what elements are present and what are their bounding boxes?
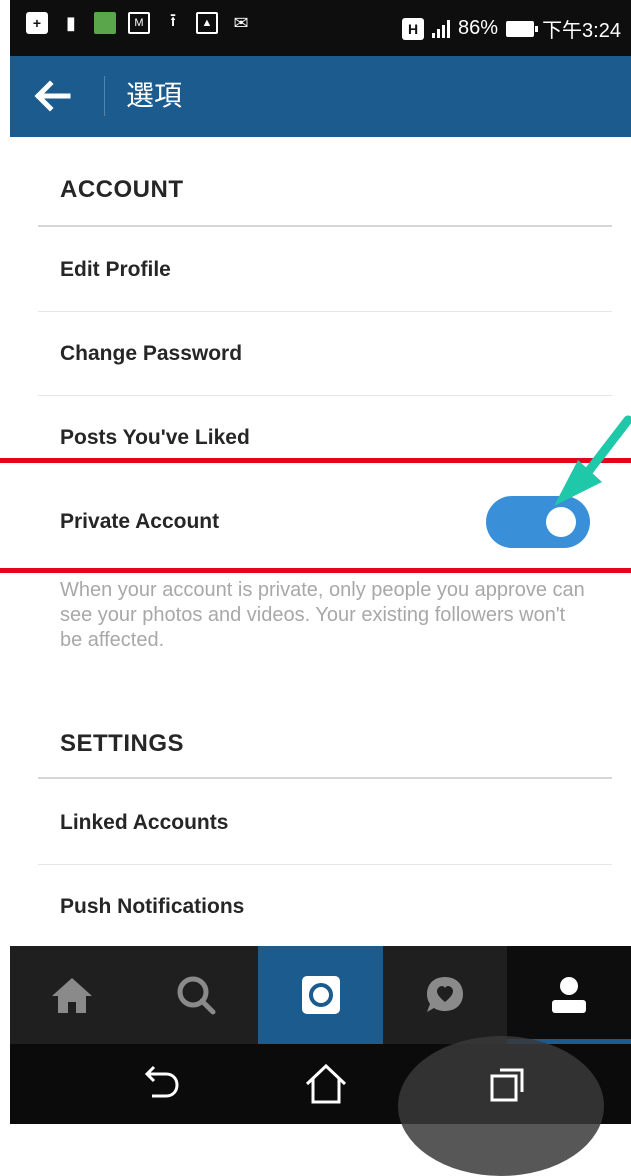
menu-item-label: Push Notifications xyxy=(60,895,245,918)
plus-box-icon: + xyxy=(26,12,48,34)
status-right: H 86% 下午3:24 xyxy=(402,14,621,43)
system-nav-buttons xyxy=(10,1044,631,1124)
camera-icon xyxy=(301,976,340,1014)
sd-card-icon: ▮ xyxy=(66,12,76,33)
section-header-settings: SETTINGS xyxy=(60,730,185,757)
section-divider xyxy=(38,777,612,779)
section-divider xyxy=(38,225,612,227)
nav-recents-button[interactable] xyxy=(448,1044,568,1124)
menu-item-label: Edit Profile xyxy=(60,258,171,281)
battery-percent: 86% xyxy=(458,17,499,39)
back-nav-icon xyxy=(144,1065,179,1098)
upload-icon: ⭱ xyxy=(169,10,177,30)
nav-back-button[interactable] xyxy=(100,1044,220,1124)
menu-item-edit-profile[interactable]: Edit Profile xyxy=(38,228,612,312)
status-bar: + ▮ M ⭱ ▲ ✉ H 86% 下午3:24 xyxy=(10,0,631,56)
menu-item-posts-liked[interactable]: Posts You've Liked xyxy=(38,396,612,480)
app-bar: 選項 xyxy=(10,56,631,137)
section-header-account: ACCOUNT xyxy=(60,176,184,203)
menu-item-label: Posts You've Liked xyxy=(60,426,250,449)
menu-item-push-notifications[interactable]: Push Notifications xyxy=(38,865,612,949)
gallery-icon xyxy=(94,12,116,34)
bottom-tab-bar xyxy=(10,946,631,1044)
clock: 下午3:24 xyxy=(542,20,621,42)
tab-search[interactable] xyxy=(134,946,258,1044)
mail-icon: ✉ xyxy=(233,12,249,33)
menu-item-change-password[interactable]: Change Password xyxy=(38,312,612,396)
menu-item-label: Private Account xyxy=(60,510,220,533)
signal-icon xyxy=(432,19,451,38)
menu-item-linked-accounts[interactable]: Linked Accounts xyxy=(38,781,612,865)
home-icon xyxy=(52,978,93,1013)
nav-home-button[interactable] xyxy=(266,1044,386,1124)
tab-activity[interactable] xyxy=(383,946,507,1044)
menu-item-label: Linked Accounts xyxy=(60,811,229,834)
annotation-red-line-top xyxy=(0,458,631,463)
recents-icon xyxy=(490,1068,524,1102)
tab-home[interactable] xyxy=(10,946,134,1044)
menu-item-label: Change Password xyxy=(60,342,243,365)
annotation-red-line-bottom xyxy=(0,568,631,573)
notification-icons: + ▮ M ⭱ ▲ ✉ xyxy=(26,10,252,34)
network-h-icon: H xyxy=(402,17,425,40)
appbar-divider xyxy=(104,76,105,116)
arrow-left-icon xyxy=(34,80,71,112)
home-nav-icon xyxy=(305,1063,347,1104)
page-title: 選項 xyxy=(126,80,183,111)
search-icon xyxy=(177,976,216,1015)
image-icon: M xyxy=(128,12,150,34)
annotation-arrow-icon xyxy=(554,415,631,506)
battery-icon xyxy=(506,20,539,37)
activity-bubble-icon xyxy=(426,977,463,1012)
tab-camera[interactable] xyxy=(258,946,383,1044)
back-button[interactable] xyxy=(30,76,74,116)
tab-profile[interactable] xyxy=(506,946,631,1044)
private-account-description: When your account is private, only peopl… xyxy=(60,579,585,651)
photo-icon: ▲ xyxy=(196,12,218,34)
profile-icon xyxy=(551,977,586,1013)
